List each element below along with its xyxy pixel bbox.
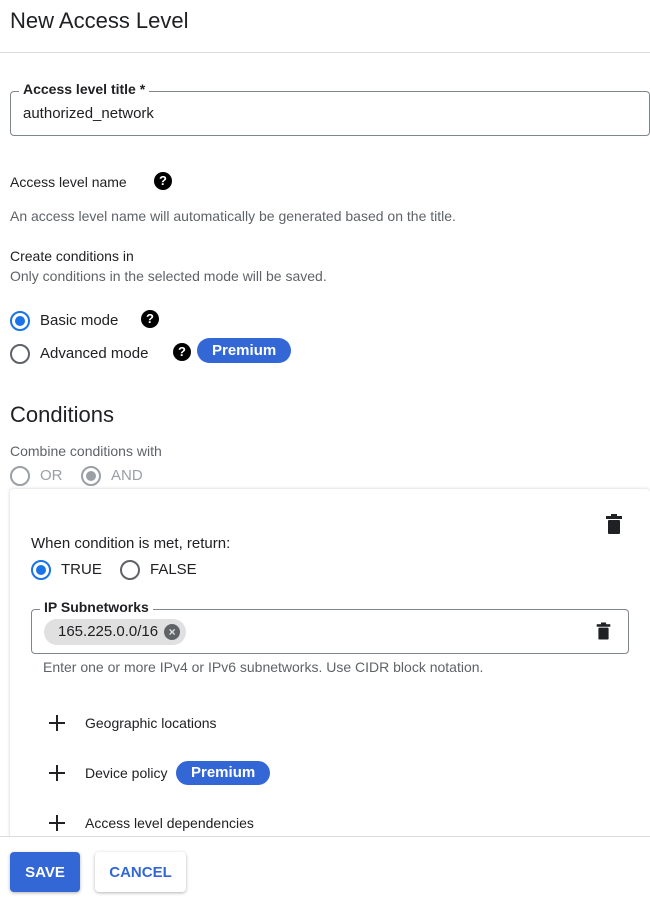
- return-true-label[interactable]: TRUE: [61, 561, 102, 578]
- access-level-title-field[interactable]: Access level title * authorized_network: [10, 81, 650, 136]
- page-title: New Access Level: [10, 8, 189, 33]
- return-false-label[interactable]: FALSE: [150, 561, 197, 578]
- ip-subnetworks-label: IP Subnetworks: [40, 599, 153, 615]
- cancel-button[interactable]: CANCEL: [95, 852, 186, 892]
- return-label: When condition is met, return:: [31, 535, 231, 552]
- ip-subnetworks-field[interactable]: IP Subnetworks 165.225.0.0/16 ×: [31, 599, 629, 654]
- add-geographic-locations-label[interactable]: Geographic locations: [85, 715, 217, 731]
- add-geographic-locations-icon[interactable]: [49, 715, 65, 731]
- form-footer: SAVE CANCEL: [0, 836, 650, 901]
- delete-condition-icon[interactable]: [604, 513, 624, 535]
- combine-or-label[interactable]: OR: [40, 467, 63, 484]
- add-device-policy-label[interactable]: Device policy: [85, 765, 167, 781]
- combine-and-radio[interactable]: [81, 466, 101, 486]
- access-level-name-label: Access level name: [10, 174, 127, 190]
- add-access-level-dependencies-label[interactable]: Access level dependencies: [85, 815, 254, 831]
- access-level-title-input[interactable]: authorized_network: [23, 105, 154, 122]
- return-true-radio[interactable]: [31, 560, 51, 580]
- remove-chip-icon[interactable]: ×: [164, 624, 181, 640]
- combine-conditions-label: Combine conditions with: [10, 443, 162, 459]
- return-false-radio[interactable]: [120, 560, 140, 580]
- basic-mode-label[interactable]: Basic mode: [40, 312, 118, 329]
- create-conditions-label: Create conditions in: [10, 248, 134, 264]
- combine-or-radio[interactable]: [10, 466, 30, 486]
- access-level-title-label: Access level title *: [19, 81, 150, 97]
- condition-card: When condition is met, return: TRUE FALS…: [10, 489, 650, 836]
- advanced-mode-help-icon[interactable]: ?: [173, 343, 191, 361]
- create-conditions-hint: Only conditions in the selected mode wil…: [10, 268, 327, 284]
- advanced-mode-radio[interactable]: [10, 344, 30, 364]
- premium-badge: Premium: [197, 338, 292, 363]
- clear-field-trash-icon[interactable]: [595, 621, 612, 641]
- device-policy-premium-badge: Premium: [176, 761, 271, 785]
- page-header: New Access Level: [0, 0, 650, 53]
- ip-subnetworks-helper: Enter one or more IPv4 or IPv6 subnetwor…: [43, 659, 484, 675]
- form-body: Access level title * authorized_network …: [0, 53, 650, 836]
- add-access-level-dependencies-icon[interactable]: [49, 815, 65, 831]
- basic-mode-help-icon[interactable]: ?: [141, 310, 159, 328]
- access-level-name-description: An access level name will automatically …: [10, 208, 456, 224]
- combine-and-label[interactable]: AND: [111, 467, 143, 484]
- help-icon[interactable]: ?: [154, 172, 172, 190]
- ip-subnet-chip[interactable]: 165.225.0.0/16 ×: [44, 619, 187, 645]
- ip-subnet-chip-label: 165.225.0.0/16: [58, 623, 159, 640]
- conditions-heading: Conditions: [10, 402, 114, 427]
- advanced-mode-label[interactable]: Advanced mode: [40, 345, 148, 362]
- add-device-policy-icon[interactable]: [49, 765, 65, 781]
- save-button[interactable]: SAVE: [10, 852, 80, 892]
- basic-mode-radio[interactable]: [10, 311, 30, 331]
